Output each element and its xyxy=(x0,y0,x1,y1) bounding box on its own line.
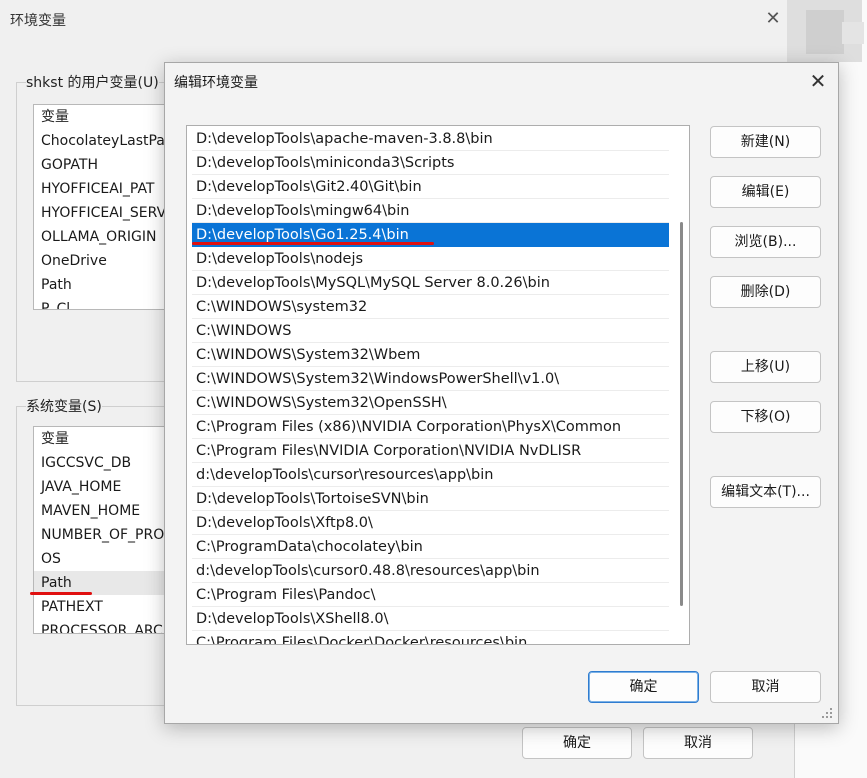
annotation-underline xyxy=(30,592,92,595)
list-item[interactable]: HYOFFICEAI_PAT xyxy=(34,177,182,201)
close-icon[interactable]: ✕ xyxy=(762,8,784,30)
list-item[interactable]: ChocolateyLastPa xyxy=(34,129,182,153)
browse-button[interactable]: 浏览(B)... xyxy=(710,226,821,258)
user-vars-list[interactable]: 变量 ChocolateyLastPa GOPATH HYOFFICEAI_PAT H… xyxy=(33,104,183,310)
path-entry[interactable]: D:\developTools\nodejs xyxy=(192,247,669,271)
list-item[interactable]: GOPATH xyxy=(34,153,182,177)
list-item[interactable]: IGCCSVC_DB xyxy=(34,451,182,475)
scrollbar[interactable] xyxy=(677,126,689,644)
path-entry[interactable]: D:\developTools\mingw64\bin xyxy=(192,199,669,223)
scrollbar-thumb[interactable] xyxy=(680,222,683,606)
list-item[interactable]: Path xyxy=(34,273,182,297)
path-entry[interactable]: C:\WINDOWS\System32\WindowsPowerShell\v1… xyxy=(192,367,669,391)
path-entry[interactable]: D:\developTools\miniconda3\Scripts xyxy=(192,151,669,175)
blurred-background-patch xyxy=(806,10,844,54)
list-item[interactable]: NUMBER_OF_PRO xyxy=(34,523,182,547)
annotation-underline xyxy=(192,242,434,245)
path-entry[interactable]: C:\Program Files\Docker\Docker\resources… xyxy=(192,631,669,644)
ok-button[interactable]: 确定 xyxy=(588,671,699,703)
path-entry[interactable]: C:\ProgramData\chocolatey\bin xyxy=(192,535,669,559)
list-item[interactable]: PATHEXT xyxy=(34,595,182,619)
resize-grip-icon[interactable] xyxy=(818,704,834,720)
blurred-background-patch xyxy=(842,22,864,44)
path-entry[interactable]: D:\developTools\Git2.40\Git\bin xyxy=(192,175,669,199)
path-entry[interactable]: d:\developTools\cursor0.48.8\resources\a… xyxy=(192,559,669,583)
close-icon[interactable]: ✕ xyxy=(806,70,830,94)
path-entry[interactable]: C:\WINDOWS\system32 xyxy=(192,295,669,319)
path-entry[interactable]: D:\developTools\TortoiseSVN\bin xyxy=(192,487,669,511)
delete-button[interactable]: 删除(D) xyxy=(710,276,821,308)
path-entry[interactable]: D:\developTools\Xftp8.0\ xyxy=(192,511,669,535)
move-down-button[interactable]: 下移(O) xyxy=(710,401,821,433)
column-header-variable[interactable]: 变量 xyxy=(34,427,182,451)
path-entry[interactable]: C:\WINDOWS\System32\OpenSSH\ xyxy=(192,391,669,415)
list-item[interactable]: OLLAMA_ORIGIN xyxy=(34,225,182,249)
edit-dialog-title: 编辑环境变量 xyxy=(174,75,258,91)
path-entry[interactable]: C:\Program Files (x86)\NVIDIA Corporatio… xyxy=(192,415,669,439)
list-item[interactable]: HYOFFICEAI_SERV xyxy=(34,201,182,225)
user-vars-label: shkst 的用户变量(U) xyxy=(26,72,159,92)
list-item[interactable]: OneDrive xyxy=(34,249,182,273)
path-entry[interactable]: C:\WINDOWS xyxy=(192,319,669,343)
cancel-button[interactable]: 取消 xyxy=(710,671,821,703)
system-vars-list[interactable]: 变量 IGCCSVC_DB JAVA_HOME MAVEN_HOME NUMBER_O… xyxy=(33,426,183,634)
path-entry[interactable]: D:\developTools\apache-maven-3.8.8\bin xyxy=(192,127,669,151)
path-entry[interactable]: d:\developTools\cursor\resources\app\bin xyxy=(192,463,669,487)
path-entry[interactable]: C:\WINDOWS\System32\Wbem xyxy=(192,343,669,367)
edit-text-button[interactable]: 编辑文本(T)... xyxy=(710,476,821,508)
path-entry[interactable]: D:\developTools\MySQL\MySQL Server 8.0.2… xyxy=(192,271,669,295)
bg-ok-button[interactable]: 确定 xyxy=(522,727,632,759)
list-item[interactable]: P_Cl xyxy=(34,297,182,309)
list-item[interactable]: PROCESSOR_ARC xyxy=(34,619,182,633)
system-vars-label: 系统变量(S) xyxy=(26,396,102,416)
list-item[interactable]: OS xyxy=(34,547,182,571)
bg-cancel-button[interactable]: 取消 xyxy=(643,727,753,759)
bg-dialog-title: 环境变量 xyxy=(10,13,66,29)
move-up-button[interactable]: 上移(U) xyxy=(710,351,821,383)
list-item[interactable]: MAVEN_HOME xyxy=(34,499,182,523)
path-entry[interactable]: C:\Program Files\Pandoc\ xyxy=(192,583,669,607)
path-entry[interactable]: D:\developTools\XShell8.0\ xyxy=(192,607,669,631)
list-item[interactable]: JAVA_HOME xyxy=(34,475,182,499)
edit-button[interactable]: 编辑(E) xyxy=(710,176,821,208)
path-entries-list[interactable]: D:\developTools\apache-maven-3.8.8\bin D:… xyxy=(186,125,690,645)
column-header-variable[interactable]: 变量 xyxy=(34,105,182,129)
path-entry[interactable]: C:\Program Files\NVIDIA Corporation\NVID… xyxy=(192,439,669,463)
new-button[interactable]: 新建(N) xyxy=(710,126,821,158)
